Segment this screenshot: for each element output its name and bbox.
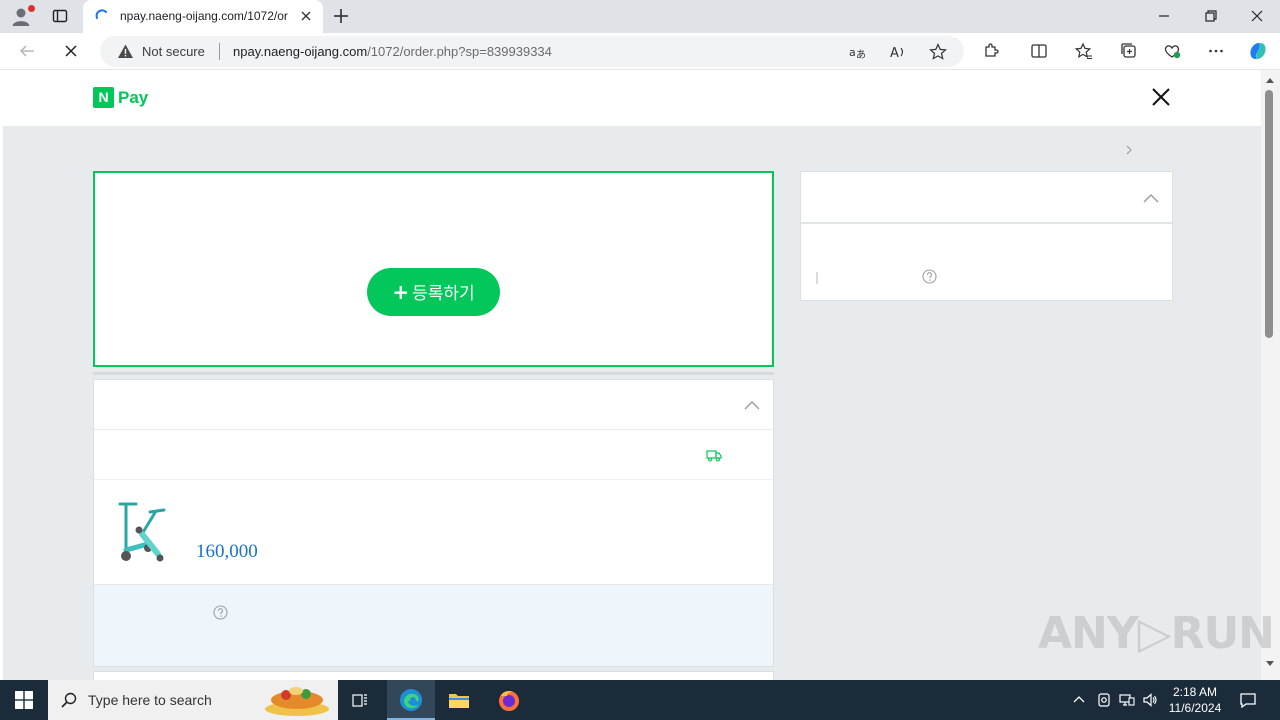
back-arrow-icon[interactable] [18, 42, 36, 60]
chevron-up-icon[interactable] [743, 399, 761, 411]
taskbar-firefox[interactable] [485, 680, 533, 720]
more-options-icon[interactable] [1207, 42, 1225, 60]
question-icon[interactable] [922, 269, 937, 284]
page-header: N Pay [3, 70, 1261, 126]
edge-icon [400, 689, 422, 711]
read-aloud-icon[interactable]: A [889, 43, 907, 61]
warning-icon[interactable] [117, 43, 134, 60]
order-card-header[interactable] [94, 380, 773, 430]
tab-actions-icon[interactable] [52, 8, 68, 24]
favorites-icon[interactable] [1075, 42, 1093, 60]
url-path: /1072/order.php?sp=839939334 [367, 44, 552, 59]
taskbar-search-box[interactable]: Type here to search [48, 680, 338, 720]
network-icon[interactable] [1119, 692, 1135, 708]
notification-icon[interactable] [1239, 691, 1257, 709]
product-row: 160,000 [94, 480, 773, 585]
side-summary-card [800, 171, 1173, 301]
payment-info-row [94, 585, 773, 666]
firefox-icon [499, 691, 519, 711]
new-tab-plus-icon[interactable] [332, 7, 350, 25]
svg-text:あ: あ [856, 49, 866, 61]
scroll-up-arrow-icon[interactable] [1265, 76, 1275, 84]
file-explorer-icon [449, 694, 469, 708]
watermark-text: ANY▷RUN [1038, 608, 1275, 659]
svg-text:a: a [849, 46, 856, 59]
plus-icon: + [392, 280, 410, 304]
volume-icon[interactable] [1142, 692, 1158, 708]
restore-icon[interactable] [1203, 8, 1219, 24]
profile-alert-dot [28, 5, 35, 12]
browser-titlebar: npay.naeng-oijang.com/1072/or [0, 0, 1280, 33]
url-separator [219, 43, 220, 60]
search-highlight-food-icon [265, 687, 329, 716]
product-price: 160,000 [196, 541, 258, 562]
url-text[interactable]: npay.naeng-oijang.com/1072/order.php?sp=… [233, 44, 552, 59]
taskbar-edge[interactable] [387, 680, 435, 720]
question-icon[interactable] [213, 605, 228, 620]
minimize-icon[interactable] [1156, 8, 1172, 24]
performance-icon[interactable] [1163, 42, 1181, 60]
svg-text:A: A [890, 46, 899, 61]
anyrun-watermark: ANY▷RUN [1038, 608, 1275, 668]
split-screen-icon[interactable] [1030, 42, 1048, 60]
window-close-icon[interactable] [1249, 8, 1265, 24]
tray-meeting-icon[interactable] [1096, 692, 1112, 708]
tab-close-icon[interactable] [299, 9, 313, 23]
product-image-scooter[interactable] [106, 498, 176, 568]
chevron-right-icon[interactable] [1123, 144, 1135, 156]
task-view-icon[interactable] [352, 692, 368, 708]
page-scrollbar[interactable] [1261, 70, 1280, 680]
clock-time: 2:18 AM [1172, 685, 1218, 699]
address-bar[interactable]: Not secure npay.naeng-oijang.com/1072/or… [100, 36, 964, 67]
url-host: npay.naeng-oijang.com [233, 44, 368, 59]
favorite-star-icon[interactable] [929, 43, 947, 61]
browser-toolbar: Not secure npay.naeng-oijang.com/1072/or… [0, 33, 1280, 70]
register-section: + 등록하기 [93, 171, 774, 367]
taskbar-clock[interactable]: 2:18 AM 11/6/2024 [1162, 684, 1228, 716]
clock-date: 11/6/2024 [1168, 701, 1222, 715]
chevron-up-icon[interactable] [1142, 192, 1160, 204]
stop-loading-icon[interactable] [62, 42, 80, 60]
loading-spinner-icon [95, 9, 107, 19]
side-divider-mark [816, 272, 818, 284]
npay-logo: N Pay [93, 87, 148, 109]
security-status[interactable]: Not secure [142, 44, 205, 59]
taskbar-file-explorer[interactable] [435, 680, 483, 720]
register-button[interactable]: + 등록하기 [367, 268, 500, 316]
page-close-icon[interactable] [1150, 86, 1172, 108]
extensions-icon[interactable] [982, 42, 1000, 60]
section-divider [93, 372, 774, 375]
tray-chevron-up-icon[interactable] [1071, 692, 1087, 708]
copilot-icon[interactable] [1247, 40, 1269, 62]
translate-icon[interactable]: a あ [848, 43, 866, 61]
truck-icon [706, 450, 722, 462]
scrollbar-thumb[interactable] [1265, 90, 1273, 338]
page-viewport: N Pay + 등록하기 160,000 [3, 70, 1261, 680]
next-section-card [93, 671, 774, 680]
order-product-card: 160,000 [93, 379, 774, 667]
npay-logo-text: Pay [118, 88, 149, 107]
register-button-label: 등록하기 [412, 284, 475, 304]
delivery-row [94, 430, 773, 480]
windows-taskbar: Type here to search 2:18 AM 11/6/2024 [0, 680, 1280, 720]
search-icon [61, 692, 77, 708]
collections-icon[interactable] [1120, 42, 1138, 60]
side-card-header[interactable] [801, 172, 1172, 224]
browser-tab-active[interactable]: npay.naeng-oijang.com/1072/or [83, 0, 323, 33]
search-placeholder: Type here to search [88, 692, 212, 708]
tab-title: npay.naeng-oijang.com/1072/or [120, 9, 288, 23]
windows-start-icon[interactable] [15, 691, 33, 709]
npay-logo-badge: N [93, 87, 114, 108]
